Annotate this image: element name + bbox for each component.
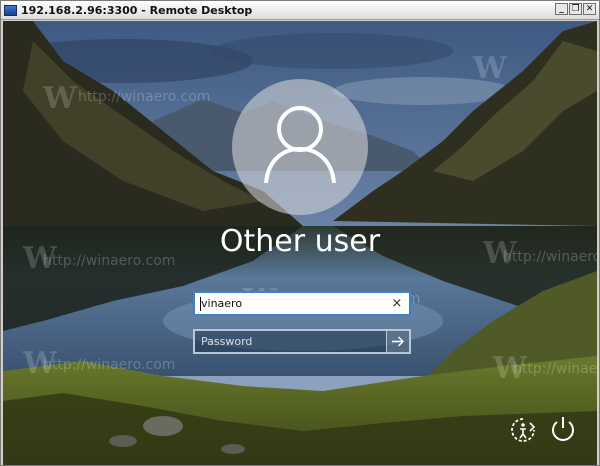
minimize-button[interactable]: _ xyxy=(555,3,568,15)
watermark-text: http://winaero.com xyxy=(43,357,176,373)
password-placeholder: Password xyxy=(201,335,253,348)
username-value: vinaero xyxy=(201,297,243,310)
close-button[interactable]: ✕ xyxy=(583,3,596,15)
title-bar[interactable]: 192.168.2.96:3300 - Remote Desktop _ ❐ ✕ xyxy=(1,1,599,20)
watermark-text: http://winaero.com xyxy=(513,361,597,377)
submit-button[interactable] xyxy=(386,331,409,352)
watermark-text: http://winaero.com xyxy=(78,89,211,105)
remote-screen: W http://winaero.com W W http://winaero.… xyxy=(3,21,597,465)
user-heading: Other user xyxy=(219,224,381,259)
password-input[interactable]: Password xyxy=(193,329,411,354)
ease-of-access-button[interactable] xyxy=(508,415,538,445)
clear-text-button[interactable]: × xyxy=(389,294,405,313)
remote-desktop-icon xyxy=(4,4,17,16)
watermark-logo: W xyxy=(43,81,77,116)
restore-button[interactable]: ❐ xyxy=(569,3,582,15)
user-silhouette-icon xyxy=(264,106,336,184)
username-input[interactable]: vinaero × xyxy=(193,291,411,316)
window-title: 192.168.2.96:3300 - Remote Desktop xyxy=(21,3,253,17)
watermark-logo: W xyxy=(473,51,507,86)
ease-of-access-icon xyxy=(511,418,536,442)
user-avatar xyxy=(232,79,368,215)
arrow-right-icon xyxy=(392,336,404,347)
power-button[interactable] xyxy=(548,414,578,444)
window-controls: _ ❐ ✕ xyxy=(555,3,596,15)
power-icon xyxy=(552,417,574,441)
remote-desktop-window: 192.168.2.96:3300 - Remote Desktop _ ❐ ✕ xyxy=(0,0,600,466)
